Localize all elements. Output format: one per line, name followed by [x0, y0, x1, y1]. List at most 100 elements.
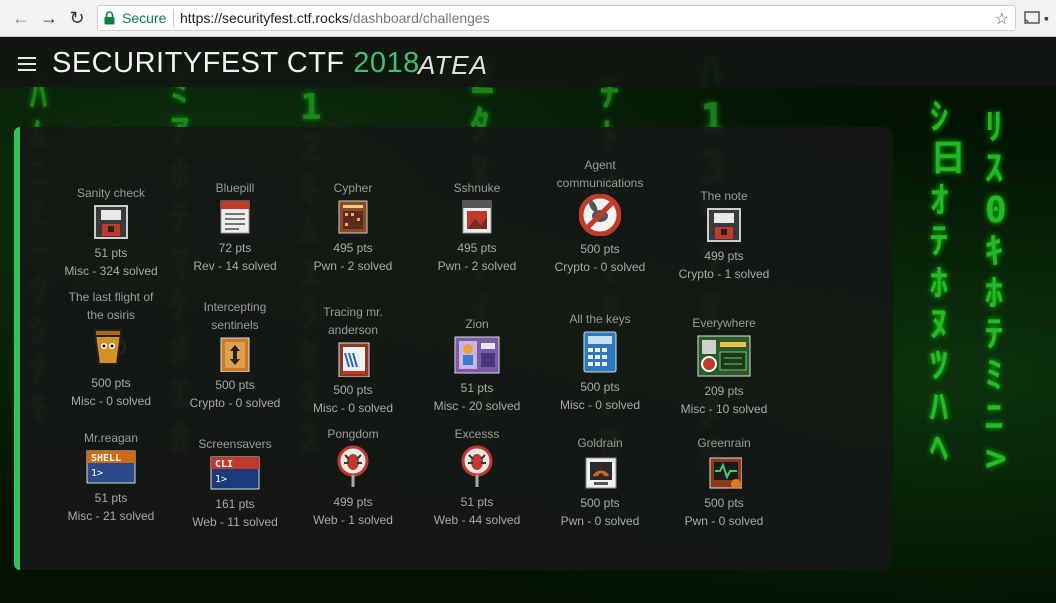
challenge-name-line: Greenrain — [697, 436, 751, 450]
challenge-category-solves: Pwn - 0 solved — [684, 514, 764, 528]
challenge-points: 495 pts — [457, 241, 497, 255]
challenge-card[interactable]: All the keys 500 pts Misc - 0 solved — [538, 310, 662, 414]
challenge-card[interactable]: Greenrain 500 pts Pwn - 0 solved — [662, 434, 786, 530]
challenge-points: 209 pts — [704, 384, 744, 398]
challenge-category-solves: Crypto - 0 solved — [554, 260, 646, 274]
notebook-icon[interactable] — [335, 341, 371, 377]
challenge-name-line: sentinels — [211, 318, 259, 332]
svg-text:CLI: CLI — [215, 459, 233, 470]
text-document-icon[interactable] — [217, 199, 253, 235]
challenge-name-line: Pongdom — [327, 427, 379, 441]
challenge-card[interactable]: Agent communications 500 pts Crypto - 0 sol… — [538, 156, 662, 276]
challenge-name-line: Intercepting — [203, 300, 267, 314]
wifi-card-icon[interactable] — [582, 454, 618, 490]
bug-pin-icon[interactable] — [459, 445, 495, 489]
challenge-name-line: the osiris — [86, 308, 136, 322]
challenge-name-line: Cypher — [333, 181, 373, 195]
bookmark-star-icon[interactable]: ☆ — [995, 9, 1009, 29]
circuit-board-icon[interactable] — [696, 334, 752, 378]
address-bar[interactable]: Secure https://securityfest.ctf.rocks/da… — [97, 5, 1016, 31]
challenge-name-line: Sshnuke — [453, 181, 501, 195]
page-title: SECURITYFEST CTF 2018 — [52, 47, 420, 80]
image-document-icon[interactable] — [459, 199, 495, 235]
challenge-name-line: anderson — [327, 323, 379, 337]
svg-text:1>: 1> — [91, 468, 103, 479]
heartbeat-card-icon[interactable] — [706, 454, 742, 490]
challenge-name: Sanity check — [49, 184, 173, 202]
app-header: SECURITYFEST CTF 2018 ATEA — [0, 37, 1056, 87]
challenge-points: 495 pts — [333, 241, 373, 255]
challenge-card[interactable]: Everywhere 209 pts Misc - 10 solved — [662, 314, 786, 418]
url-text[interactable]: https://securityfest.ctf.rocks/dashboard… — [180, 10, 490, 26]
title-year: 2018 — [353, 47, 420, 79]
challenge-name: All the keys — [538, 310, 662, 328]
challenge-name-line: The last flight of — [68, 290, 154, 304]
cast-icon[interactable] — [1024, 11, 1040, 25]
challenge-name: Agent communications — [538, 156, 662, 192]
no-entry-bunny-icon[interactable] — [579, 194, 621, 236]
floppy-disk-icon[interactable] — [706, 207, 742, 243]
challenge-name-line: All the keys — [569, 312, 631, 326]
challenge-card[interactable]: The last flight of the osiris 500 pts Misc … — [49, 288, 173, 410]
challenge-points: 500 pts — [580, 242, 620, 256]
challenge-name-line: Excesss — [454, 427, 500, 441]
challenge-name: Sshnuke — [415, 179, 539, 197]
bucket-character-icon[interactable] — [89, 326, 133, 370]
browser-toolbar: ← → ↻ Secure https://securityfest.ctf.ro… — [0, 0, 1056, 37]
reload-icon[interactable]: ↻ — [66, 8, 88, 28]
challenge-card[interactable]: Sshnuke 495 pts Pwn - 2 solved — [415, 179, 539, 275]
challenge-card[interactable]: Pongdom 499 pts Web - 1 solved — [291, 425, 415, 529]
challenge-points: 500 pts — [215, 378, 255, 392]
robot-map-icon[interactable] — [453, 335, 501, 375]
challenge-name-line: Mr.reagan — [83, 431, 139, 445]
hamburger-menu-icon[interactable] — [18, 57, 36, 71]
challenges-panel: Sanity check 51 pts Misc - 324 solved Bluep… — [14, 127, 893, 570]
challenge-name: Intercepting sentinels — [173, 298, 297, 334]
challenge-name: Screensavers — [173, 435, 297, 453]
challenge-name-line: Zion — [465, 317, 489, 331]
challenge-card[interactable]: Intercepting sentinels 500 pts Crypto - 0 s… — [173, 298, 297, 412]
challenge-name-line: communications — [556, 176, 644, 190]
challenge-card[interactable]: Goldrain 500 pts Pwn - 0 solved — [538, 434, 662, 530]
url-divider — [173, 9, 174, 27]
bug-pin-icon[interactable] — [335, 445, 371, 489]
challenge-card[interactable]: Zion 51 pts Misc - 20 solved — [415, 315, 539, 415]
floppy-disk-icon[interactable] — [93, 204, 129, 240]
challenge-points: 500 pts — [91, 376, 131, 390]
challenge-category-solves: Web - 11 solved — [192, 515, 278, 529]
challenge-name: Tracing mr. anderson — [291, 303, 415, 339]
panel-accent-bar — [14, 127, 20, 570]
resize-arrow-icon[interactable] — [217, 336, 253, 372]
challenge-name: Goldrain — [538, 434, 662, 452]
secure-label: Secure — [122, 10, 167, 26]
challenge-points: 500 pts — [333, 383, 373, 397]
binary-document-icon[interactable] — [335, 199, 371, 235]
forward-arrow-icon[interactable]: → — [38, 8, 60, 28]
shell-terminal-icon[interactable]: SHELL 1> — [85, 449, 137, 485]
challenge-card[interactable]: Bluepill 72 pts Rev - 14 solved — [173, 179, 297, 275]
calculator-icon[interactable] — [578, 330, 622, 374]
challenge-category-solves: Misc - 21 solved — [67, 509, 155, 523]
challenge-card[interactable]: Screensavers CLI 1> 161 pts Web - 11 solved — [173, 435, 297, 531]
challenge-category-solves: Crypto - 1 solved — [678, 267, 770, 281]
challenge-card[interactable]: Excesss 51 pts Web - 44 solved — [415, 425, 539, 529]
challenge-card[interactable]: Mr.reagan SHELL 1> 51 pts Misc - 21 solved — [49, 429, 173, 525]
challenge-points: 51 pts — [94, 246, 128, 260]
challenge-name-line: The note — [700, 189, 748, 203]
sponsor-logo: ATEA — [418, 50, 488, 80]
challenge-points: 500 pts — [704, 496, 744, 510]
challenge-points: 51 pts — [460, 495, 494, 509]
cli-terminal-icon[interactable]: CLI 1> — [209, 455, 261, 491]
back-arrow-icon[interactable]: ← — [10, 8, 32, 28]
challenge-card[interactable]: Cypher 495 pts Pwn - 2 solved — [291, 179, 415, 275]
challenge-card[interactable]: Sanity check 51 pts Misc - 324 solved — [49, 184, 173, 280]
lock-icon — [104, 11, 115, 25]
url-host: https://securityfest.ctf.rocks — [180, 10, 349, 26]
challenge-category-solves: Misc - 0 solved — [559, 398, 641, 412]
challenge-name: Pongdom — [291, 425, 415, 443]
challenge-card[interactable]: Tracing mr. anderson 500 pts Misc - 0 solve… — [291, 303, 415, 417]
challenge-category-solves: Web - 44 solved — [433, 513, 521, 527]
challenge-card[interactable]: The note 499 pts Crypto - 1 solved — [662, 187, 786, 283]
challenge-category-solves: Misc - 10 solved — [680, 402, 768, 416]
extension-icon[interactable]: ▪ — [1044, 10, 1056, 26]
